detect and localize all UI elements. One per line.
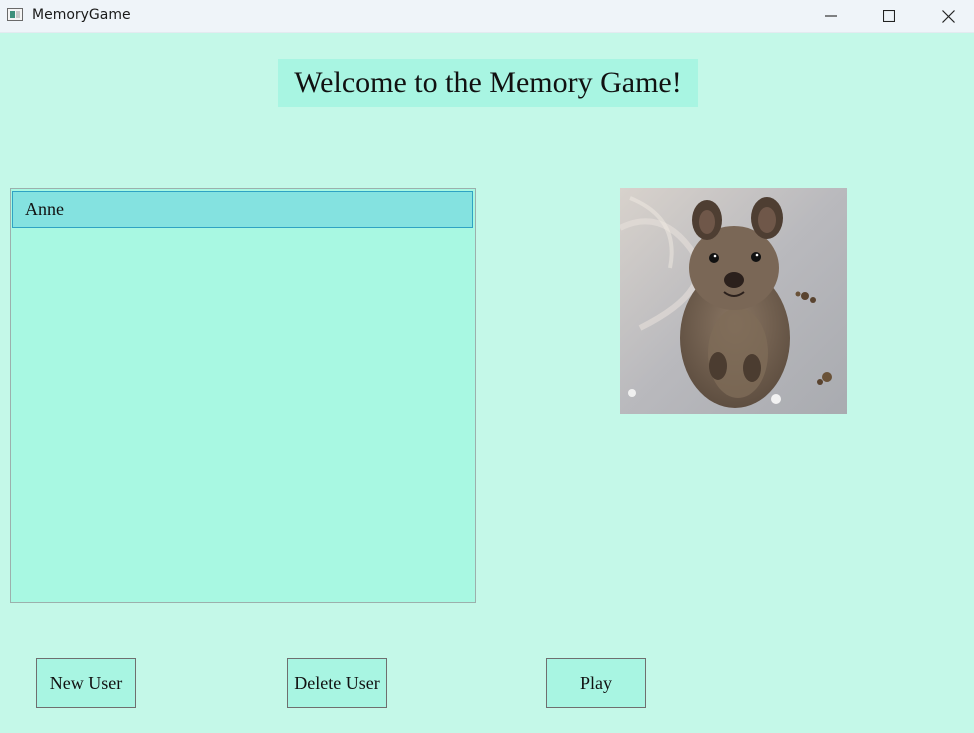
maximize-icon [883, 10, 895, 22]
delete-user-button[interactable]: Delete User [287, 658, 387, 708]
close-icon [941, 9, 955, 23]
app-icon [7, 8, 23, 21]
play-button[interactable]: Play [546, 658, 646, 708]
title-bar: MemoryGame [0, 0, 974, 33]
user-list-item-anne[interactable]: Anne [12, 191, 473, 228]
quokka-image [620, 188, 847, 414]
minimize-icon [825, 15, 837, 17]
welcome-title: Welcome to the Memory Game! [278, 59, 698, 107]
maximize-button[interactable] [866, 0, 912, 32]
new-user-button[interactable]: New User [36, 658, 136, 708]
window-title: MemoryGame [32, 7, 131, 23]
minimize-button[interactable] [808, 0, 854, 32]
close-button[interactable] [925, 0, 971, 32]
user-list[interactable]: Anne [10, 188, 476, 603]
